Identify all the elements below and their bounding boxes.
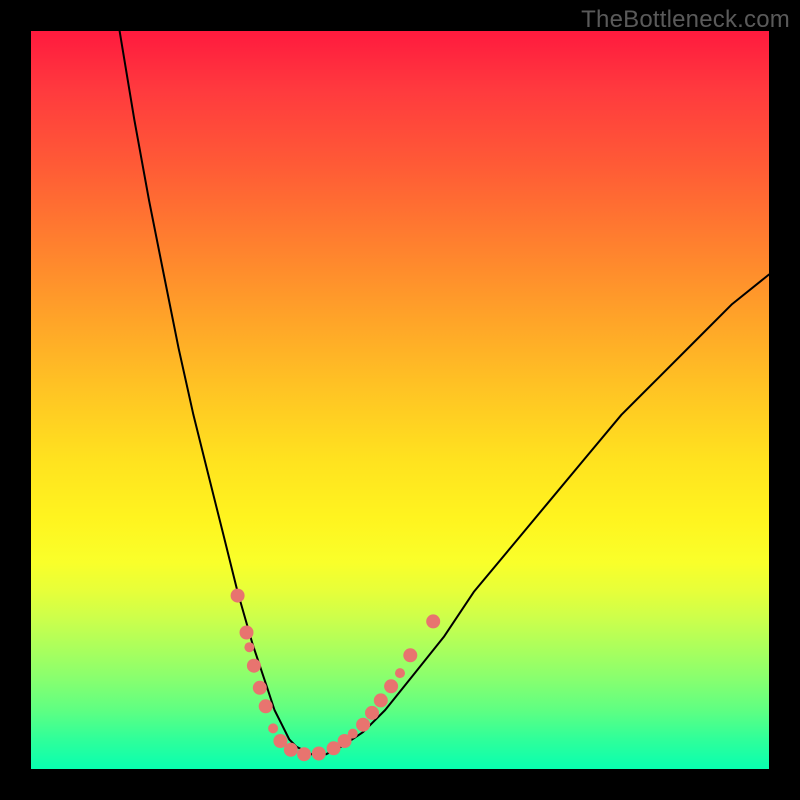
chart-frame: TheBottleneck.com (0, 0, 800, 800)
watermark-text: TheBottleneck.com (581, 6, 790, 34)
curve-line (120, 31, 769, 754)
plot-area (31, 31, 769, 769)
chart-svg (31, 31, 769, 769)
